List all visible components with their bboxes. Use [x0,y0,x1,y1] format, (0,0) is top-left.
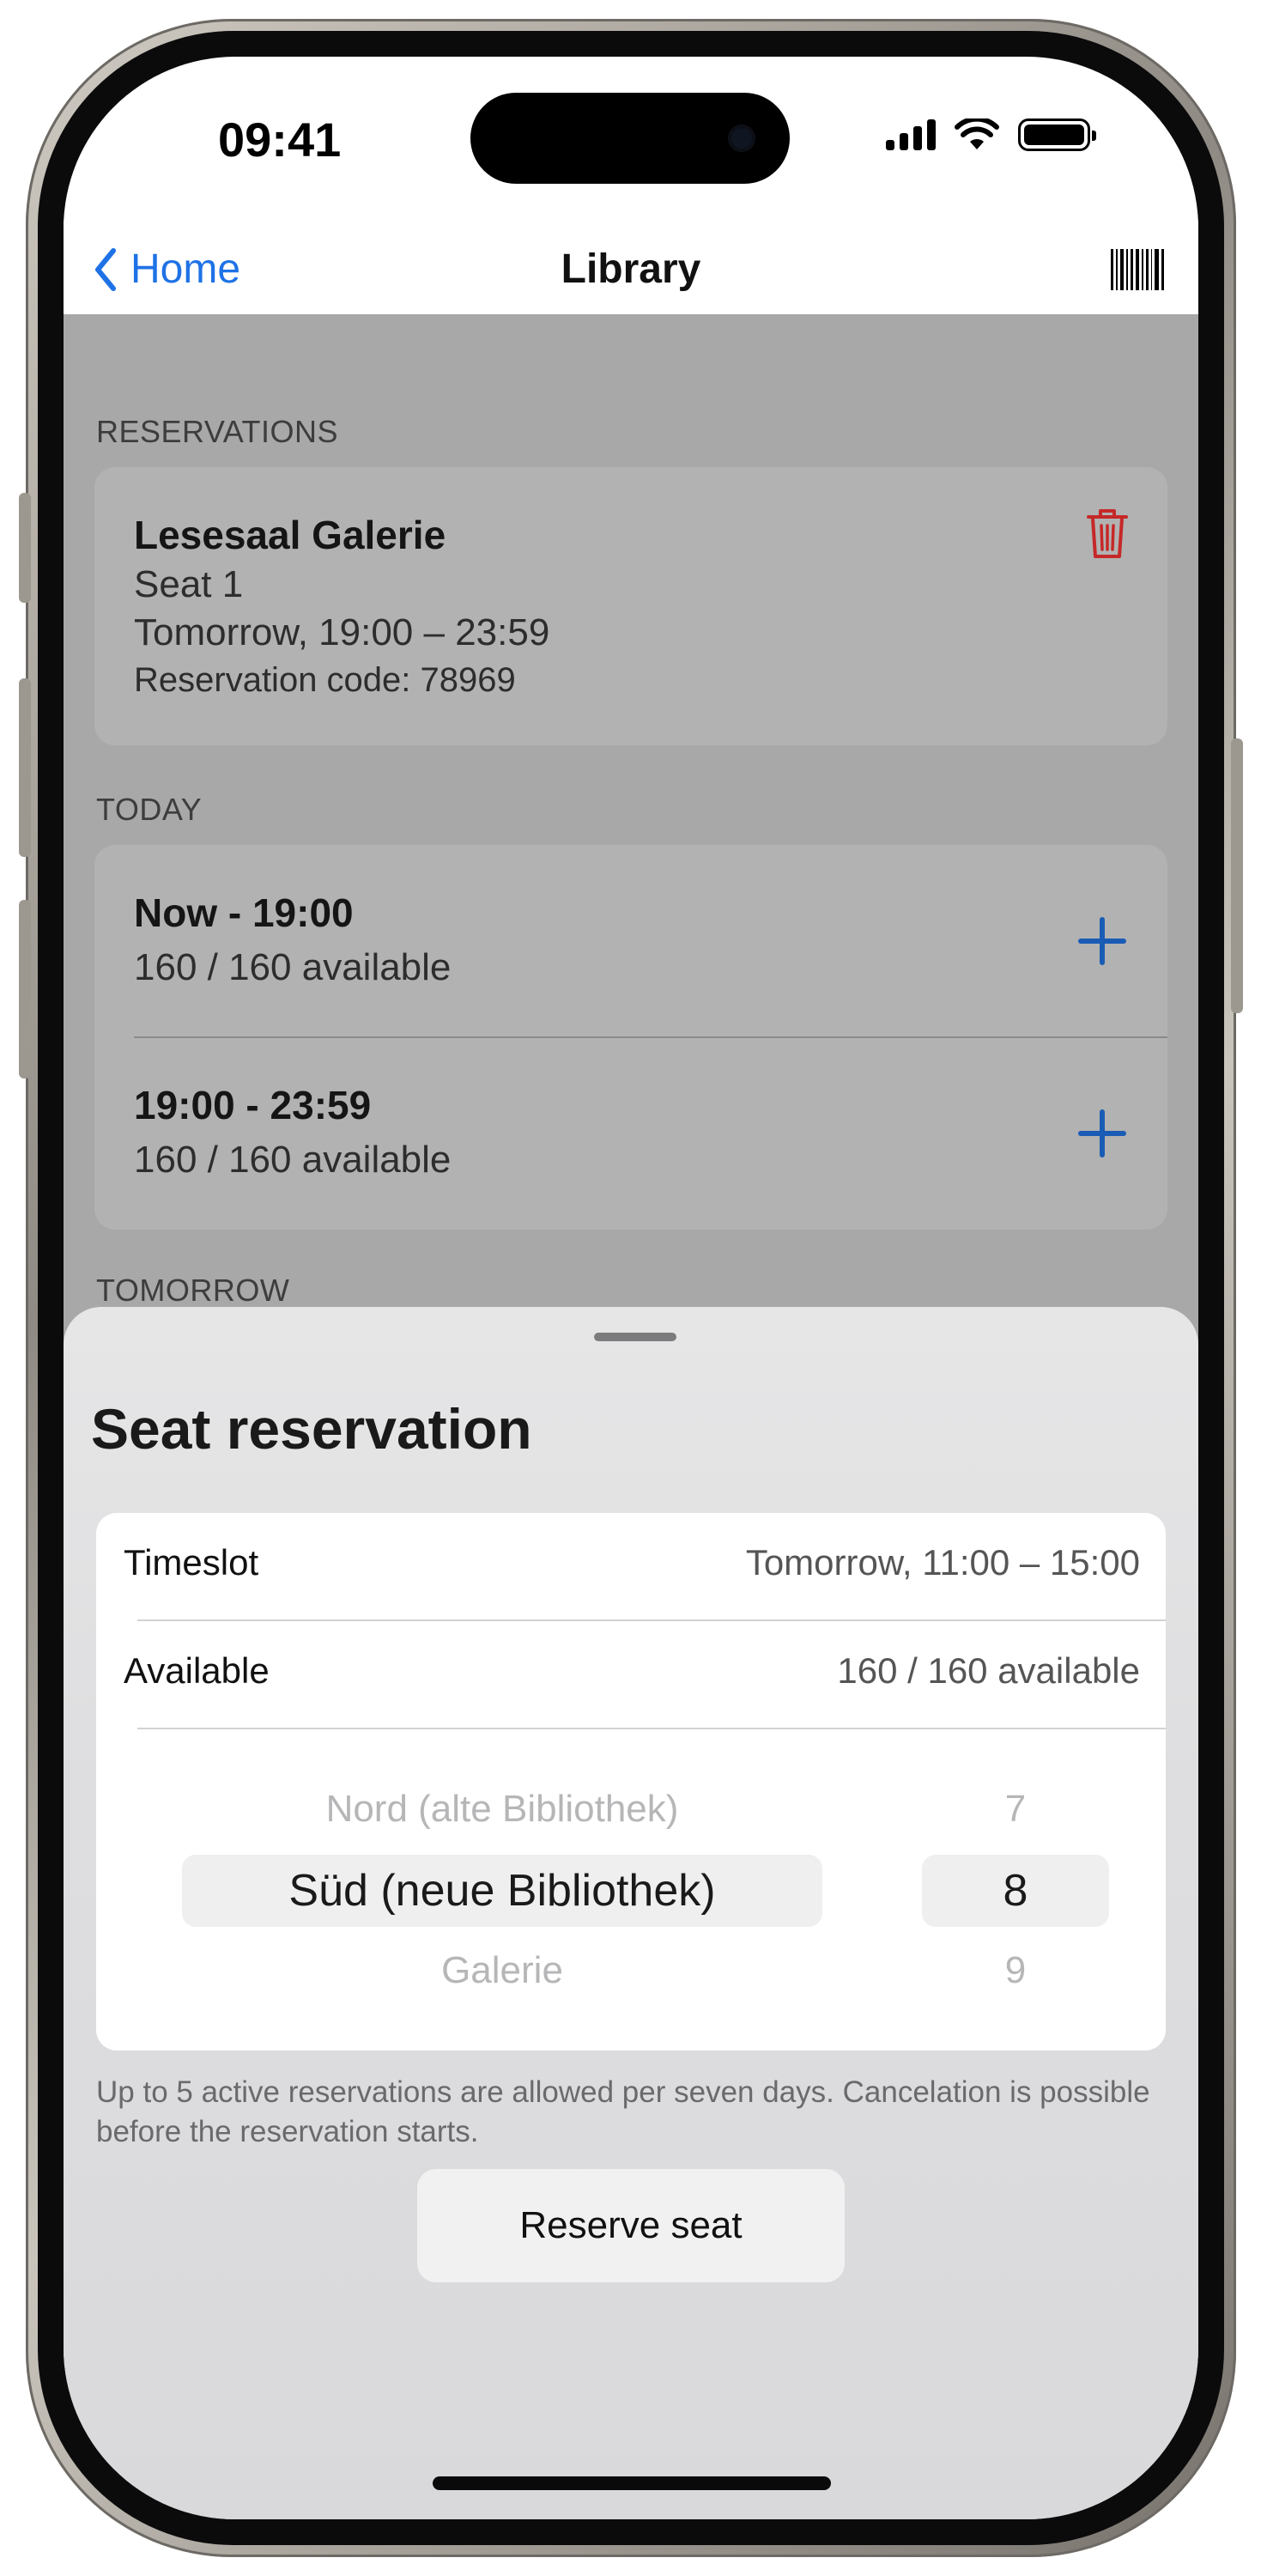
power-button [1231,738,1243,1013]
page-title: Library [561,246,701,292]
barcode-icon[interactable] [1111,249,1165,290]
reservation-location: Lesesaal Galerie [134,513,446,557]
cellular-signal-icon [886,119,936,150]
home-indicator[interactable] [433,2476,831,2490]
row-divider [137,1619,1166,1621]
seat-option-above[interactable]: 7 [922,1788,1109,1831]
section-header-today: TODAY [96,792,203,827]
reserve-seat-button[interactable]: Reserve seat [417,2169,845,2282]
battery-icon [1018,118,1096,151]
dynamic-island [470,93,790,184]
seat-option-below[interactable]: 9 [922,1949,1109,1992]
screen: 09:41 Home Library RESERVATIONS Lesesaal… [64,57,1198,2519]
sheet-grabber[interactable] [594,1333,676,1341]
reservation-code: Reservation code: 78969 [134,661,516,699]
reservation-seat: Seat 1 [134,563,244,605]
available-label: Available [124,1650,270,1691]
sheet-title: Seat reservation [91,1397,532,1461]
seat-option-selected[interactable]: 8 [922,1865,1109,1917]
section-header-reservations: RESERVATIONS [96,414,339,449]
trash-icon[interactable] [1087,508,1128,560]
timeslot-value: Tomorrow, 11:00 – 15:00 [745,1542,1140,1583]
timeslot-time: Now - 19:00 [134,890,354,935]
action-button [19,493,31,603]
section-header-tomorrow: TOMORROW [96,1273,290,1308]
seat-reservation-sheet: Seat reservation Timeslot Tomorrow, 11:0… [64,1307,1198,2519]
front-camera [728,125,755,152]
timeslot-row[interactable]: Now - 19:00 160 / 160 available [94,845,1167,1037]
timeslot-availability: 160 / 160 available [134,946,452,988]
navigation-bar: Home Library [64,220,1198,314]
reservation-time: Tomorrow, 19:00 – 23:59 [134,611,550,653]
plus-icon[interactable] [1078,917,1126,965]
area-option-above[interactable]: Nord (alte Bibliothek) [182,1788,822,1831]
status-icons [886,118,1096,151]
row-divider [137,1728,1166,1729]
reservation-card: Lesesaal Galerie Seat 1 Tomorrow, 19:00 … [94,467,1167,745]
timeslot-label: Timeslot [124,1542,259,1583]
plus-icon[interactable] [1078,1109,1126,1157]
volume-up-button [19,678,31,857]
status-time: 09:41 [218,112,342,167]
today-slots-card: Now - 19:00 160 / 160 available 19:00 - … [94,845,1167,1230]
timeslot-time: 19:00 - 23:59 [134,1083,372,1127]
timeslot-availability: 160 / 160 available [134,1139,452,1181]
area-option-below[interactable]: Galerie [182,1949,822,1992]
reservation-policy-note: Up to 5 active reservations are allowed … [96,2075,1150,2148]
volume-down-button [19,900,31,1078]
timeslot-row[interactable]: 19:00 - 23:59 160 / 160 available [94,1037,1167,1230]
available-value: 160 / 160 available [837,1650,1140,1691]
reservation-form: Timeslot Tomorrow, 11:00 – 15:00 Availab… [96,1513,1166,2050]
area-option-selected[interactable]: Süd (neue Bibliothek) [182,1865,822,1917]
wifi-icon [955,118,999,149]
